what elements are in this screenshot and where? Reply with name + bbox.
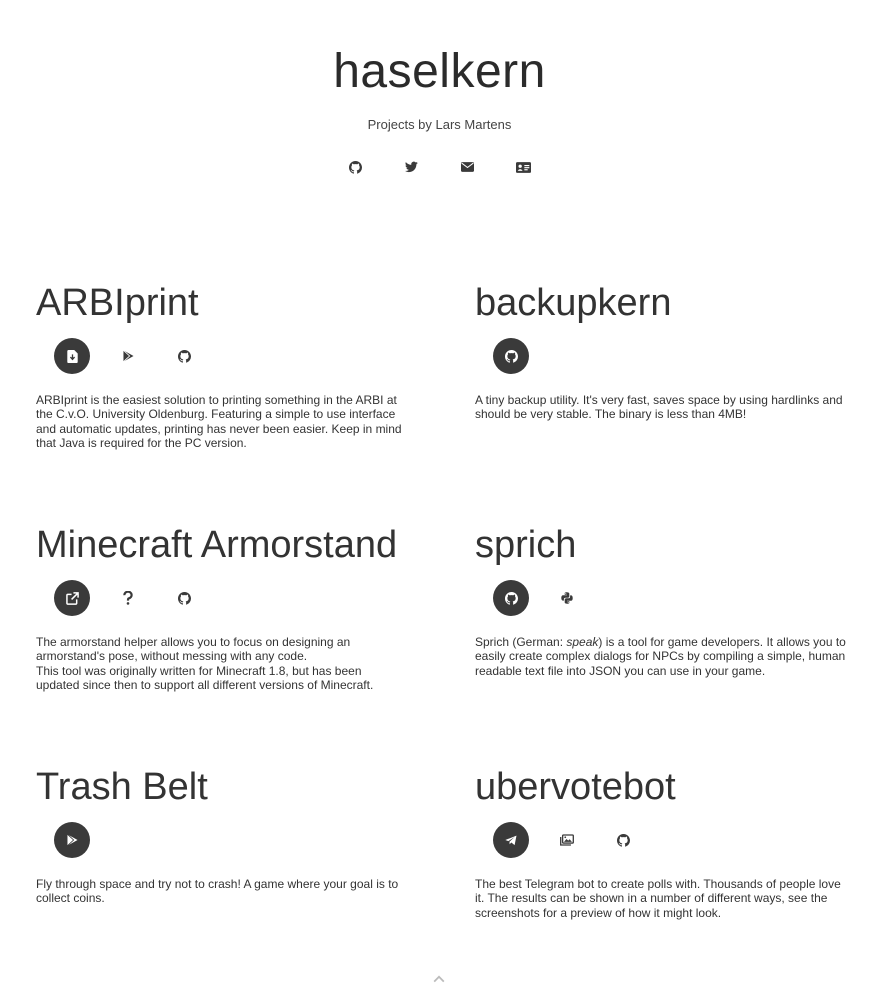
google-play-button[interactable] xyxy=(110,338,146,374)
description-text: ARBIprint is the easiest solution to pri… xyxy=(36,393,402,450)
download-file-icon xyxy=(66,349,78,363)
description-text: Sprich (German: speak) is a tool for gam… xyxy=(475,635,847,678)
id-card-icon xyxy=(515,161,531,173)
project-description: A tiny backup utility. It's very fast, s… xyxy=(475,393,847,422)
screenshots-button[interactable] xyxy=(549,822,585,858)
google-play-icon xyxy=(66,834,78,846)
telegram-button[interactable] xyxy=(493,822,529,858)
description-part: Sprich (German: xyxy=(475,635,567,649)
github-button[interactable] xyxy=(493,338,529,374)
chevron-up-icon xyxy=(433,970,445,988)
back-to-top-button[interactable] xyxy=(429,972,449,986)
github-icon xyxy=(177,349,191,363)
description-text: The best Telegram bot to create polls wi… xyxy=(475,877,841,920)
contact-card-link[interactable] xyxy=(511,155,535,179)
github-icon xyxy=(616,833,630,847)
project-title: ARBIprint xyxy=(36,282,199,324)
github-button[interactable] xyxy=(605,822,641,858)
twitter-link[interactable] xyxy=(399,155,423,179)
description-text: A tiny backup utility. It's very fast, s… xyxy=(475,393,843,422)
telegram-icon xyxy=(505,835,517,846)
download-button[interactable] xyxy=(54,338,90,374)
github-link[interactable] xyxy=(343,155,367,179)
github-button[interactable] xyxy=(493,580,529,616)
google-play-button[interactable] xyxy=(54,822,90,858)
open-app-button[interactable] xyxy=(54,580,90,616)
project-description: Sprich (German: speak) is a tool for gam… xyxy=(475,635,847,678)
github-icon xyxy=(504,349,518,363)
site-title: haselkern xyxy=(333,45,546,98)
project-title: backupkern xyxy=(475,282,672,324)
description-emphasis: speak xyxy=(566,635,599,649)
images-icon xyxy=(560,834,574,846)
project-title: Minecraft Armorstand xyxy=(36,524,398,566)
github-button[interactable] xyxy=(166,338,202,374)
python-icon xyxy=(561,592,573,604)
project-title: ubervotebot xyxy=(475,766,676,808)
external-link-icon xyxy=(65,591,79,605)
project-title: sprich xyxy=(475,524,577,566)
description-text: This tool was originally written for Min… xyxy=(36,663,374,692)
question-icon xyxy=(123,591,133,605)
project-description: The armorstand helper allows you to focu… xyxy=(36,635,408,692)
description-text: The armorstand helper allows you to focu… xyxy=(36,635,351,664)
project-description: Fly through space and try not to crash! … xyxy=(36,877,408,906)
github-icon xyxy=(348,160,362,174)
project-description: The best Telegram bot to create polls wi… xyxy=(475,877,847,920)
project-description: ARBIprint is the easiest solution to pri… xyxy=(36,393,408,450)
help-button[interactable] xyxy=(110,580,146,616)
twitter-icon xyxy=(404,161,418,173)
github-icon xyxy=(504,591,518,605)
envelope-icon xyxy=(460,162,474,172)
social-links xyxy=(0,155,879,179)
description-text: Fly through space and try not to crash! … xyxy=(36,877,399,906)
github-icon xyxy=(177,591,191,605)
site-subtitle: Projects by Lars Martens xyxy=(367,117,512,132)
project-title: Trash Belt xyxy=(36,766,208,808)
google-play-icon xyxy=(122,350,134,362)
email-link[interactable] xyxy=(455,155,479,179)
python-package-button[interactable] xyxy=(549,580,585,616)
github-button[interactable] xyxy=(166,580,202,616)
